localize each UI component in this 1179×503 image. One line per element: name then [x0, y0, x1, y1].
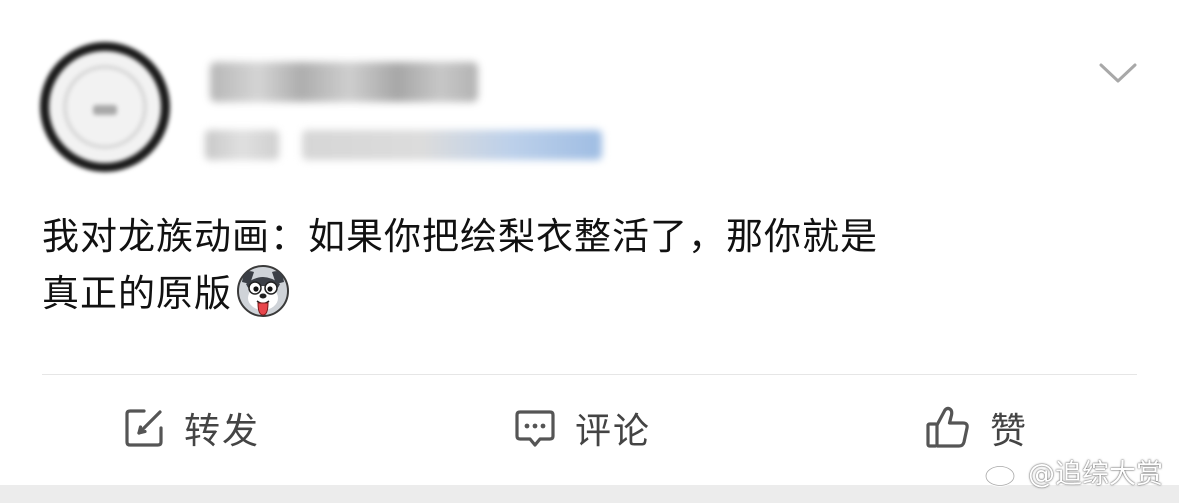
- comment-label: 评论: [575, 411, 652, 452]
- thumbs-up-icon: [926, 406, 969, 448]
- repost-icon: [125, 409, 163, 447]
- avatar-mark: [93, 105, 117, 115]
- watermark: @追综大赏: [984, 452, 1163, 491]
- repost-label: 转发: [184, 411, 261, 452]
- post-source-blurred: [302, 130, 602, 160]
- chevron-down-icon: [1099, 63, 1137, 83]
- repost-button[interactable]: 转发: [122, 402, 260, 454]
- watermark-text: @追综大赏: [1028, 459, 1163, 490]
- post-time-blurred: [205, 130, 279, 160]
- post-text-line1: 我对龙族动画：如果你把绘梨衣整活了，那你就是: [42, 215, 878, 258]
- post-body: 我对龙族动画：如果你把绘梨衣整活了，那你就是 真正的原版: [42, 210, 1152, 333]
- husky-dog-emoji-icon: [236, 264, 290, 333]
- divider: [42, 374, 1137, 375]
- comment-icon: [515, 410, 555, 447]
- weibo-post-card: 我对龙族动画：如果你把绘梨衣整活了，那你就是 真正的原版 转发 评论 赞: [0, 0, 1179, 485]
- weibo-logo-icon: [984, 460, 1020, 487]
- username-blurred[interactable]: [210, 62, 478, 102]
- post-text-line2: 真正的原版: [42, 272, 232, 315]
- like-label: 赞: [990, 411, 1029, 452]
- like-button[interactable]: 赞: [924, 402, 1028, 454]
- avatar[interactable]: [40, 42, 170, 172]
- post-menu-button[interactable]: [1096, 58, 1140, 88]
- comment-button[interactable]: 评论: [513, 402, 651, 454]
